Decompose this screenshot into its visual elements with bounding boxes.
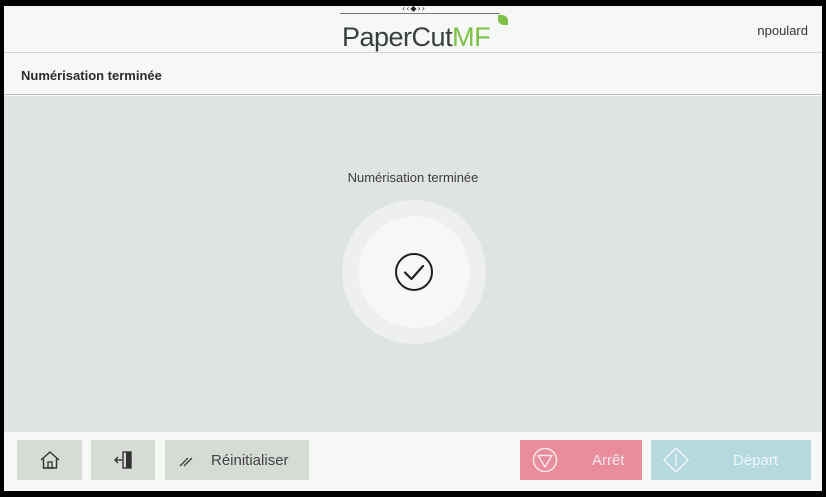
status-message: Numérisation terminée: [347, 170, 479, 185]
notch-grip-icon: ‹‹◆››: [402, 6, 426, 13]
footer-toolbar: Réinitialiser Arrêt Départ: [4, 432, 822, 491]
stop-icon: [532, 447, 558, 473]
home-button[interactable]: [17, 440, 82, 480]
check-circle-icon: [395, 253, 433, 291]
reset-button[interactable]: Réinitialiser: [165, 440, 309, 480]
start-button[interactable]: Départ: [651, 440, 811, 480]
home-icon: [40, 451, 59, 469]
content-area: Numérisation terminée: [4, 96, 822, 432]
reset-icon: [179, 457, 193, 467]
logo-main-text: PaperCut: [342, 22, 453, 52]
device-screen: PaperCut MF npoulard ‹‹◆›› Numérisation t…: [4, 6, 822, 491]
status-ring: [342, 200, 486, 344]
status-ring-inner: [358, 216, 470, 328]
logo-accent-text: MF: [452, 22, 491, 52]
stop-button-label: Arrêt: [592, 451, 625, 469]
papercut-logo: PaperCut MF: [342, 15, 508, 53]
logout-button[interactable]: [91, 440, 155, 480]
username-label: npoulard: [757, 23, 808, 38]
start-icon: [663, 447, 689, 473]
reset-button-label: Réinitialiser: [211, 451, 289, 469]
logout-icon: [114, 451, 132, 469]
stop-button[interactable]: Arrêt: [520, 440, 642, 480]
title-bar: Numérisation terminée: [4, 54, 822, 95]
page-title: Numérisation terminée: [21, 68, 162, 83]
start-button-label: Départ: [733, 451, 779, 469]
logo-leaf-icon: [498, 15, 508, 25]
